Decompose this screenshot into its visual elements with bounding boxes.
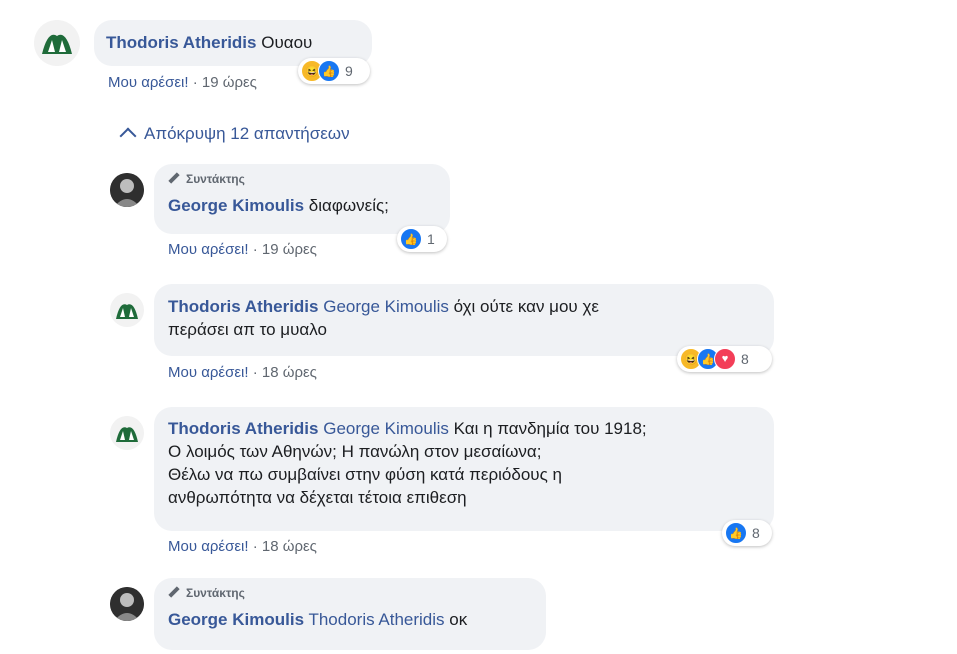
timestamp[interactable]: 18 ώρες (262, 364, 317, 381)
comment-text: όχι ούτε καν μου χε (453, 297, 599, 316)
comment-bubble: Συντάκτης George Kimoulis διαφωνείς; (154, 164, 450, 234)
avatar[interactable] (34, 20, 80, 66)
pen-icon (168, 586, 180, 598)
comment-text: Ο λοιμός των Αθηνών; Η πανώλη στον μεσαί… (168, 442, 542, 461)
avatar[interactable] (110, 416, 144, 450)
comment-text: περάσει απ το μυαλο (168, 320, 327, 339)
reaction-count: 1 (427, 231, 435, 247)
reaction-count: 8 (752, 525, 760, 541)
pen-icon (168, 172, 180, 184)
timestamp[interactable]: 19 ώρες (202, 74, 257, 91)
comment-author[interactable]: Thodoris Atheridis (168, 297, 319, 316)
comment-bubble: Thodoris Atheridis George Kimoulis όχι ο… (154, 284, 774, 356)
mention-link[interactable]: George Kimoulis (323, 297, 449, 316)
hide-replies-button[interactable]: Απόκρυψη 12 απαντήσεων (119, 124, 350, 145)
comment-text: ανθρωπότητα να δέχεται τέτοια επιθεση (168, 488, 467, 507)
editor-badge: Συντάκτης (168, 172, 436, 186)
reaction-summary[interactable]: 😆 👍 9 (298, 58, 370, 84)
comment-text: οκ (449, 610, 468, 629)
like-icon: 👍 (400, 228, 422, 250)
comment-meta: Μου αρέσει! · 18 ώρες (168, 538, 317, 555)
comment-author[interactable]: Thodoris Atheridis (168, 419, 319, 438)
avatar[interactable] (110, 173, 144, 207)
reaction-count: 8 (741, 351, 749, 367)
comment-bubble: Συντάκτης George Kimoulis Thodoris Ather… (154, 578, 546, 650)
comment-text: Θέλω να πω συμβαίνει στην φύση κατά περι… (168, 465, 562, 484)
love-icon: ♥ (714, 348, 736, 370)
reaction-count: 9 (345, 63, 353, 79)
comment-text: Ουαου (261, 33, 313, 52)
like-icon: 👍 (318, 60, 340, 82)
comment-author[interactable]: George Kimoulis (168, 196, 304, 215)
comment-bubble: Thodoris Atheridis George Kimoulis Και η… (154, 407, 774, 531)
avatar[interactable] (110, 587, 144, 621)
chevron-up-icon (119, 127, 137, 145)
mention-link[interactable]: Thodoris Atheridis (308, 610, 444, 629)
mention-link[interactable]: George Kimoulis (323, 419, 449, 438)
like-button[interactable]: Μου αρέσει! (108, 74, 189, 91)
reaction-summary[interactable]: 👍 1 (397, 226, 447, 252)
comment-meta: Μου αρέσει! · 19 ώρες (108, 74, 257, 91)
hide-replies-label: Απόκρυψη 12 απαντήσεων (144, 124, 350, 143)
like-button[interactable]: Μου αρέσει! (168, 364, 249, 381)
avatar[interactable] (110, 293, 144, 327)
reaction-summary[interactable]: 😆 👍 ♥ 8 (677, 346, 772, 372)
like-button[interactable]: Μου αρέσει! (168, 241, 249, 258)
comment-author[interactable]: George Kimoulis (168, 610, 304, 629)
comment-text: διαφωνείς; (308, 196, 389, 215)
like-button[interactable]: Μου αρέσει! (168, 538, 249, 555)
reaction-summary[interactable]: 👍 8 (722, 520, 772, 546)
comment-text: Και η πανδημία του 1918; (453, 419, 647, 438)
like-icon: 👍 (725, 522, 747, 544)
editor-badge: Συντάκτης (168, 586, 532, 600)
comment-meta: Μου αρέσει! · 19 ώρες (168, 241, 317, 258)
comment-meta: Μου αρέσει! · 18 ώρες (168, 364, 317, 381)
timestamp[interactable]: 19 ώρες (262, 241, 317, 258)
comment-author[interactable]: Thodoris Atheridis (106, 33, 257, 52)
timestamp[interactable]: 18 ώρες (262, 538, 317, 555)
